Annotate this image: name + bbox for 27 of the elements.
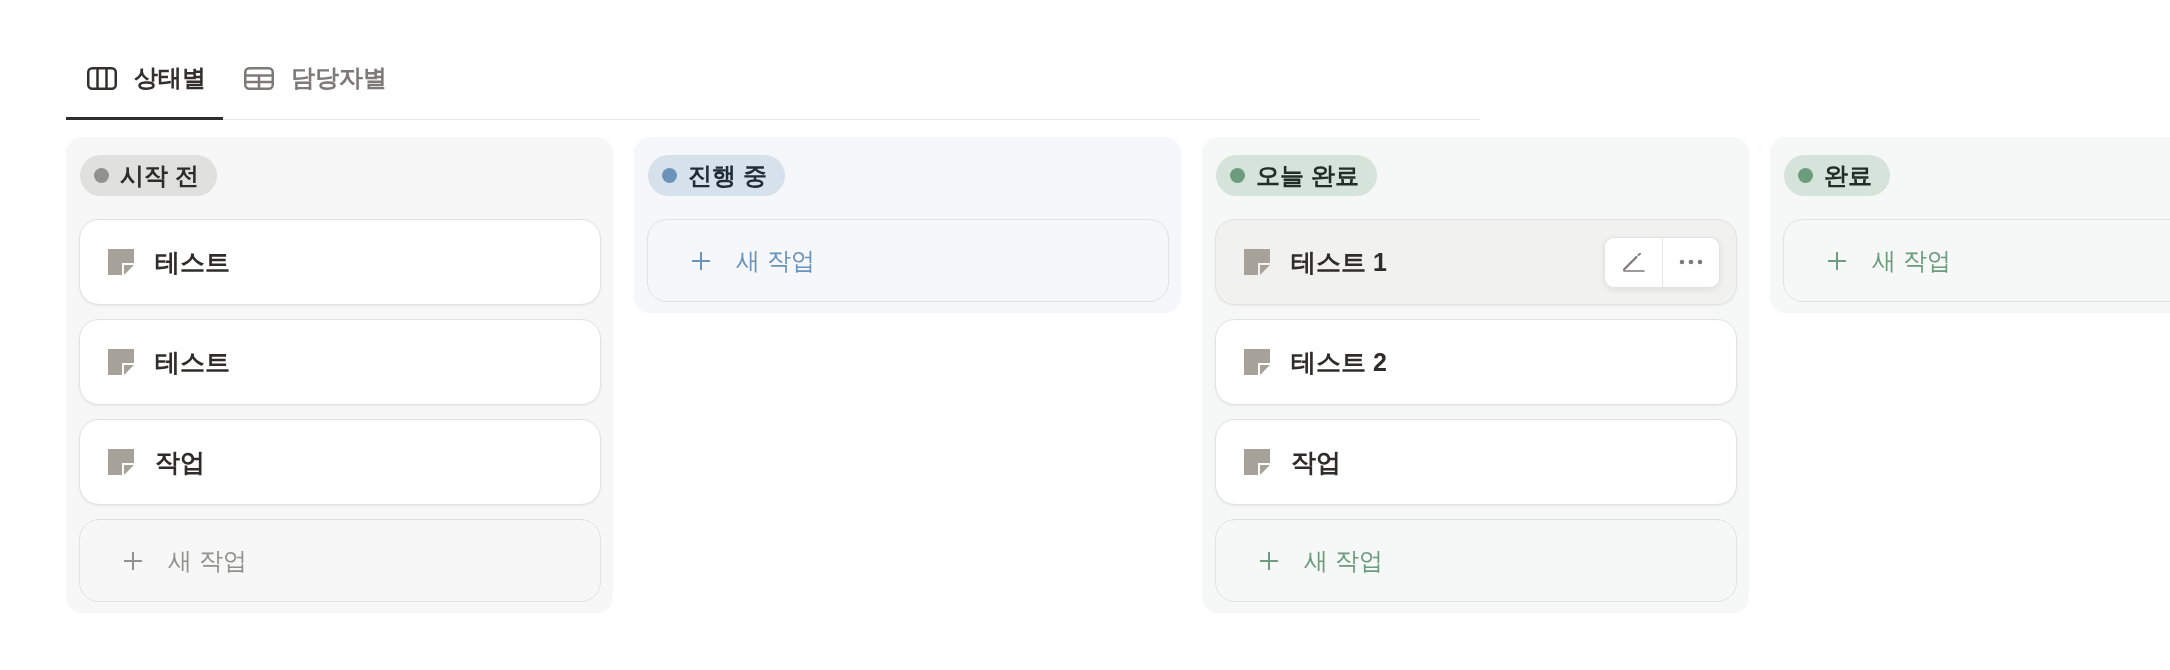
task-card[interactable]: 작업	[1215, 419, 1737, 505]
note-icon	[108, 349, 134, 375]
note-icon	[1244, 349, 1270, 375]
plus-icon	[1259, 550, 1279, 571]
table-icon	[244, 66, 274, 90]
note-icon	[108, 449, 134, 475]
task-card[interactable]: 작업	[79, 419, 601, 505]
task-card[interactable]: 테스트 1	[1215, 219, 1737, 305]
note-icon	[108, 249, 134, 275]
plus-icon	[123, 550, 143, 571]
ellipsis-icon	[1679, 259, 1703, 265]
note-icon	[1244, 249, 1270, 275]
view-tab[interactable]: 상태별	[66, 52, 223, 120]
note-icon	[1244, 449, 1270, 475]
status-label: 시작 전	[120, 160, 199, 191]
view-tab[interactable]: 담당자별	[223, 52, 404, 120]
edit-button[interactable]	[1605, 237, 1662, 287]
status-label: 완료	[1824, 160, 1872, 191]
status-label: 오늘 완료	[1256, 160, 1359, 191]
columns-icon	[87, 66, 117, 90]
task-card[interactable]: 테스트	[79, 219, 601, 305]
task-card[interactable]: 테스트 2	[1215, 319, 1737, 405]
task-card[interactable]: 테스트	[79, 319, 601, 405]
status-label: 진행 중	[688, 160, 767, 191]
plus-icon	[1827, 250, 1847, 271]
pencil-icon	[1621, 252, 1646, 272]
plus-icon	[691, 250, 711, 271]
